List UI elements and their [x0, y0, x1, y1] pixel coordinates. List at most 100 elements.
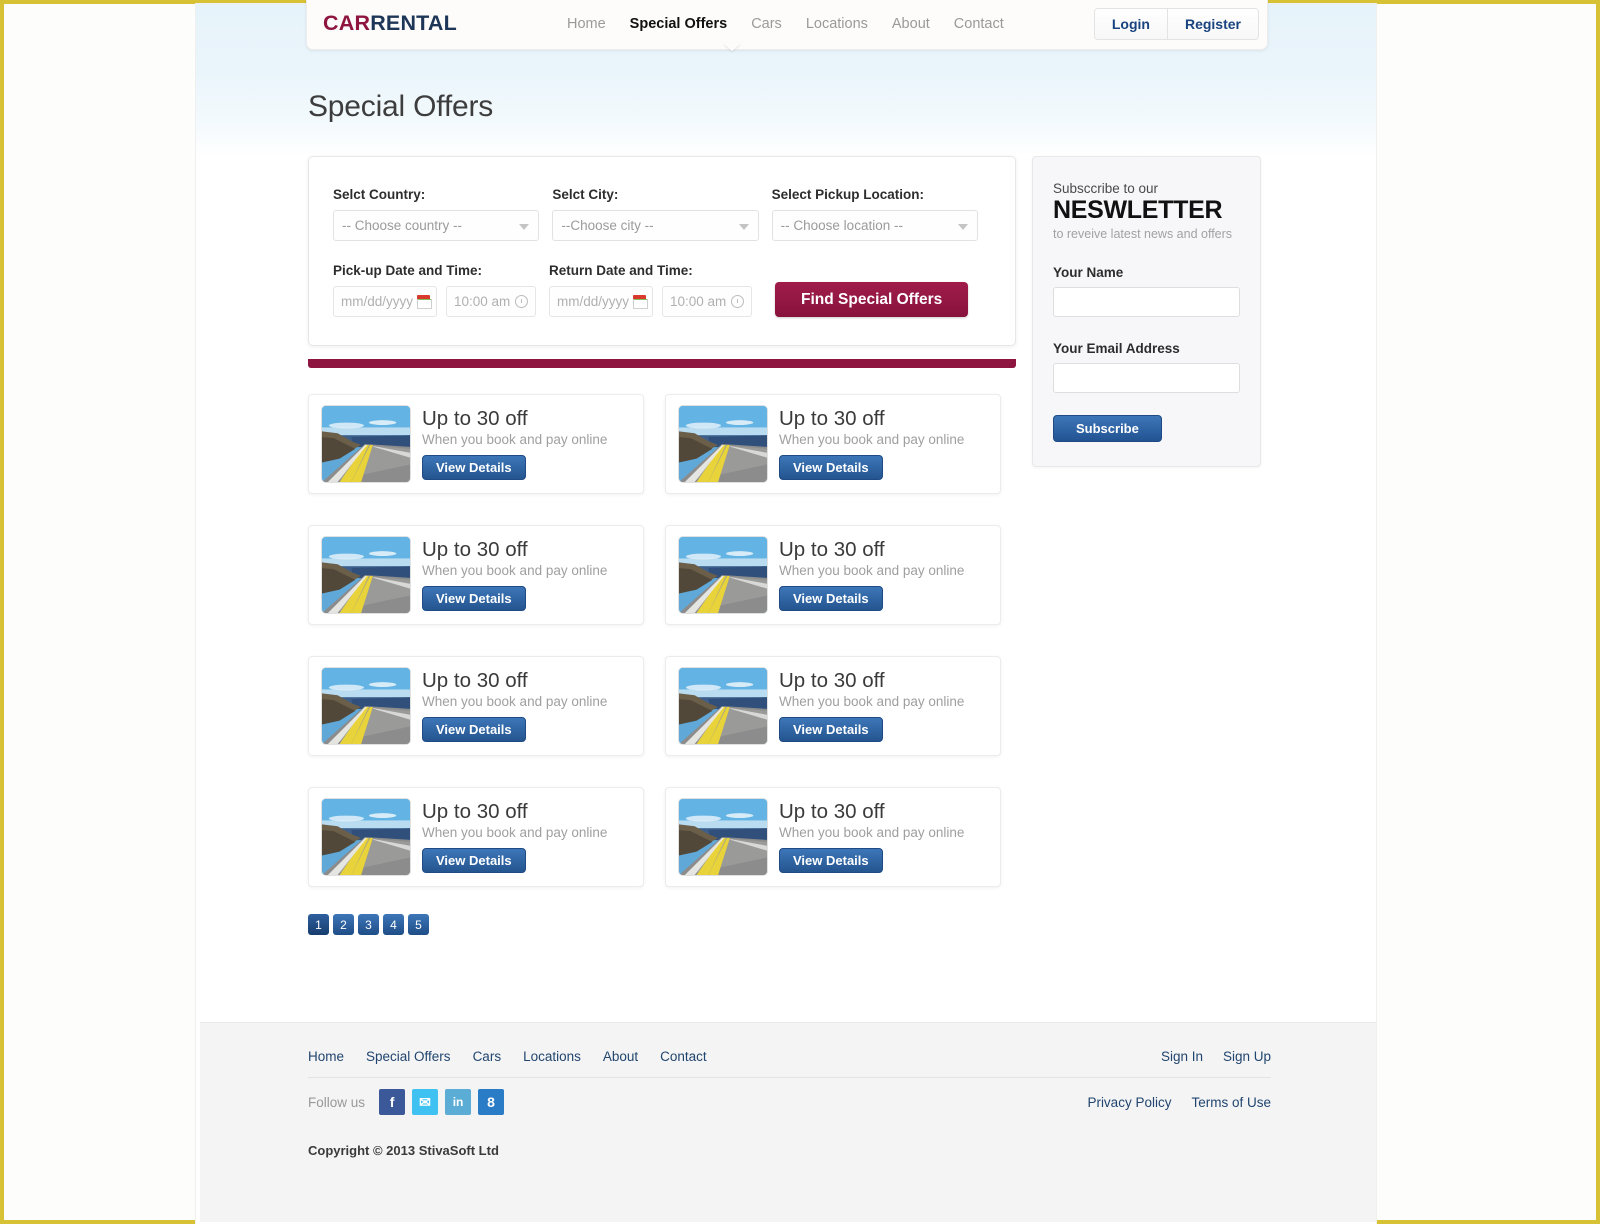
browser-frame: CARRENTAL Home Special Offers Cars Locat…	[0, 0, 1600, 1224]
offer-card[interactable]: Up to 30 off When you book and pay onlin…	[308, 787, 644, 887]
offer-title: Up to 30 off	[779, 537, 885, 561]
view-details-button[interactable]: View Details	[779, 586, 883, 612]
calendar-icon[interactable]	[633, 295, 649, 309]
offer-thumbnail-road-image	[321, 667, 411, 745]
pickup-location-select-value: -- Choose location --	[780, 218, 903, 233]
pagination-page-4[interactable]: 4	[383, 914, 404, 935]
nav-item-about[interactable]: About	[892, 16, 930, 32]
offer-card[interactable]: Up to 30 off When you book and pay onlin…	[308, 656, 644, 756]
nav-item-contact[interactable]: Contact	[954, 16, 1004, 32]
pickup-datetime-label: Pick-up Date and Time:	[333, 263, 483, 278]
offers-grid: Up to 30 off When you book and pay onlin…	[308, 394, 1018, 918]
offer-body: Up to 30 off When you book and pay onlin…	[422, 538, 631, 612]
footer-link-cars[interactable]: Cars	[473, 1049, 502, 1064]
view-details-button[interactable]: View Details	[779, 848, 883, 874]
nav-item-cars[interactable]: Cars	[751, 16, 782, 32]
register-button[interactable]: Register	[1166, 8, 1258, 39]
login-button[interactable]: Login	[1094, 8, 1167, 39]
return-datetime-label: Return Date and Time:	[549, 263, 693, 278]
main-navigation: Home Special Offers Cars Locations About…	[567, 16, 1004, 32]
googleplus-icon[interactable]: 8	[478, 1089, 505, 1115]
footer-social-row: Follow us f ✉ in 8 Privacy Policy Terms …	[308, 1089, 1271, 1115]
offer-title: Up to 30 off	[422, 668, 528, 692]
pagination-page-5[interactable]: 5	[408, 914, 429, 935]
footer-link-contact[interactable]: Contact	[660, 1049, 707, 1064]
offer-card[interactable]: Up to 30 off When you book and pay onlin…	[308, 525, 644, 625]
view-details-button[interactable]: View Details	[779, 717, 883, 743]
nav-item-locations[interactable]: Locations	[806, 16, 868, 32]
newsletter-name-input[interactable]	[1053, 286, 1240, 317]
offer-body: Up to 30 off When you book and pay onlin…	[779, 668, 988, 743]
offer-card[interactable]: Up to 30 off When you book and pay onlin…	[665, 787, 1001, 887]
footer-links-row: Home Special Offers Cars Locations About…	[308, 1049, 1271, 1078]
city-label: Selct City:	[552, 187, 619, 202]
footer-link-home[interactable]: Home	[308, 1049, 344, 1064]
footer-link-special-offers[interactable]: Special Offers	[366, 1049, 451, 1064]
pickup-location-label: Select Pickup Location:	[771, 187, 924, 202]
site-logo[interactable]: CARRENTAL	[323, 11, 457, 36]
pickup-time-input[interactable]: 10:00 am	[446, 286, 536, 317]
return-date-placeholder: mm/dd/yyyy	[557, 294, 630, 309]
view-details-button[interactable]: View Details	[779, 455, 883, 481]
pickup-location-select[interactable]: -- Choose location --	[771, 210, 978, 241]
pickup-date-input[interactable]: mm/dd/yyyy	[333, 286, 437, 317]
offer-subtitle: When you book and pay online	[422, 432, 608, 448]
country-label: Selct Country:	[333, 187, 426, 202]
offer-title: Up to 30 off	[779, 406, 885, 430]
pagination-page-3[interactable]: 3	[358, 914, 379, 935]
clock-icon[interactable]	[515, 295, 528, 308]
return-date-input[interactable]: mm/dd/yyyy	[549, 286, 653, 317]
twitter-icon[interactable]: ✉	[412, 1089, 439, 1115]
offer-card[interactable]: Up to 30 off When you book and pay onlin…	[665, 656, 1001, 756]
pagination-page-2[interactable]: 2	[333, 914, 354, 935]
footer-link-about[interactable]: About	[603, 1049, 638, 1064]
offer-body: Up to 30 off When you book and pay onlin…	[422, 407, 631, 481]
pickup-date-placeholder: mm/dd/yyyy	[341, 294, 414, 309]
view-details-button[interactable]: View Details	[422, 455, 526, 481]
nav-item-special-offers[interactable]: Special Offers	[630, 16, 728, 32]
offer-card[interactable]: Up to 30 off When you book and pay onlin…	[665, 394, 1001, 494]
city-select[interactable]: --Choose city --	[552, 210, 759, 241]
footer-link-privacy-policy[interactable]: Privacy Policy	[1087, 1095, 1171, 1110]
footer-link-terms-of-use[interactable]: Terms of Use	[1191, 1095, 1271, 1110]
find-special-offers-button[interactable]: Find Special Offers	[775, 282, 969, 317]
search-row-selects: Selct Country: -- Choose country -- Selc…	[333, 187, 991, 241]
newsletter-email-input[interactable]	[1053, 362, 1240, 393]
footer-link-locations[interactable]: Locations	[523, 1049, 581, 1064]
offer-subtitle: When you book and pay online	[779, 432, 965, 448]
offer-card[interactable]: Up to 30 off When you book and pay onlin…	[665, 525, 1001, 625]
offer-body: Up to 30 off When you book and pay onlin…	[422, 800, 631, 874]
page-canvas: CARRENTAL Home Special Offers Cars Locat…	[196, 0, 1376, 1224]
nav-item-home[interactable]: Home	[567, 16, 606, 32]
offer-thumbnail-road-image	[321, 798, 411, 876]
return-time-input[interactable]: 10:00 am	[662, 286, 752, 317]
pagination-page-1[interactable]: 1	[308, 914, 329, 935]
footer-link-sign-in[interactable]: Sign In	[1161, 1049, 1203, 1064]
offer-body: Up to 30 off When you book and pay onlin…	[422, 668, 631, 743]
offer-body: Up to 30 off When you book and pay onlin…	[779, 537, 988, 612]
offer-body: Up to 30 off When you book and pay onlin…	[779, 800, 988, 874]
subscribe-button[interactable]: Subscribe	[1053, 414, 1162, 442]
offer-thumbnail-road-image	[678, 536, 768, 614]
return-datetime-group: Return Date and Time: mm/dd/yyyy 10:00 a…	[549, 263, 752, 317]
search-panel-accent-bar	[308, 359, 1016, 368]
footer-link-sign-up[interactable]: Sign Up	[1223, 1049, 1271, 1064]
newsletter-tagline: to reveive latest news and offers	[1053, 226, 1233, 241]
newsletter-panel: Subsccribe to our NESWLETTER to reveive …	[1032, 156, 1261, 467]
offer-card[interactable]: Up to 30 off When you book and pay onlin…	[308, 394, 644, 494]
view-details-button[interactable]: View Details	[422, 848, 526, 874]
site-footer: Home Special Offers Cars Locations About…	[200, 1022, 1376, 1222]
offer-subtitle: When you book and pay online	[422, 563, 608, 579]
view-details-button[interactable]: View Details	[422, 586, 526, 612]
active-tab-notch-icon	[723, 43, 741, 51]
country-select[interactable]: -- Choose country --	[333, 210, 540, 241]
clock-icon[interactable]	[731, 295, 744, 308]
offer-title: Up to 30 off	[779, 668, 885, 692]
offer-subtitle: When you book and pay online	[779, 825, 965, 841]
offer-body: Up to 30 off When you book and pay onlin…	[779, 406, 988, 481]
pickup-time-placeholder: 10:00 am	[454, 294, 511, 309]
facebook-icon[interactable]: f	[379, 1089, 406, 1115]
linkedin-icon[interactable]: in	[445, 1089, 472, 1115]
view-details-button[interactable]: View Details	[422, 717, 526, 743]
calendar-icon[interactable]	[417, 295, 433, 309]
